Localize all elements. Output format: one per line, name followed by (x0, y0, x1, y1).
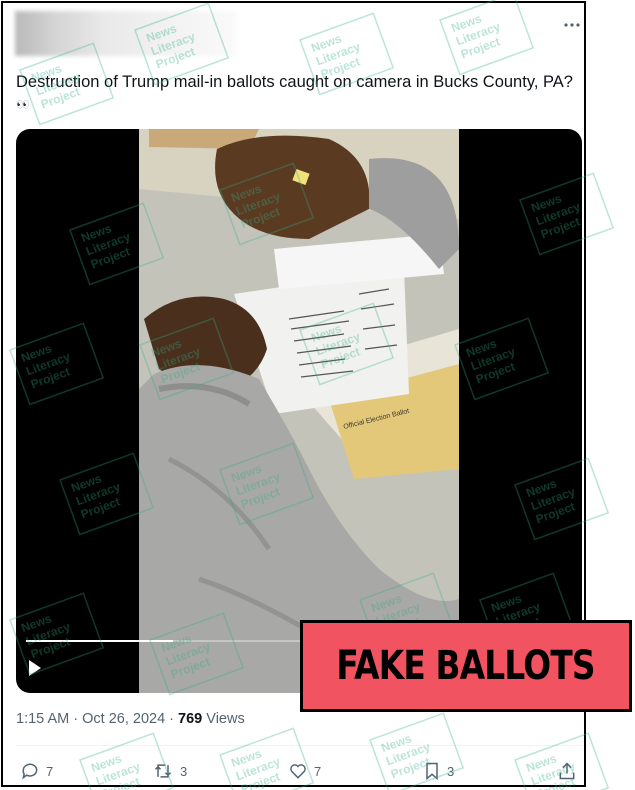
share-button[interactable] (557, 759, 577, 783)
meta-separator: · (169, 711, 175, 727)
tweet-meta: 1:15 AM · Oct 26, 2024 · 769 Views (16, 711, 245, 727)
fake-ballots-badge: FAKE BALLOTS (300, 620, 632, 712)
like-icon (290, 764, 306, 779)
progress-fill (26, 640, 174, 642)
share-icon (559, 762, 575, 780)
badge-label: FAKE BALLOTS (336, 643, 596, 689)
reply-button[interactable]: 7 (20, 759, 53, 783)
bookmark-button[interactable]: 3 (423, 759, 454, 783)
bookmark-icon (426, 762, 438, 781)
play-icon (29, 660, 41, 676)
action-bar: 7 3 7 3 (16, 759, 582, 783)
more-options-button[interactable] (560, 15, 584, 35)
meta-separator: · (73, 711, 79, 727)
divider (16, 745, 582, 746)
tweet-date[interactable]: Oct 26, 2024 (82, 711, 165, 727)
like-count: 7 (314, 763, 322, 779)
repost-count: 3 (180, 763, 188, 779)
bookmark-count: 3 (447, 763, 455, 779)
eyes-emoji: 👀 (16, 99, 31, 111)
views-count: 769 (178, 711, 203, 727)
views-label: Views (206, 711, 245, 727)
blurred-author-header (15, 11, 237, 56)
repost-button[interactable]: 3 (152, 759, 187, 783)
video-frame: Official Election Ballot (139, 129, 459, 693)
tweet-text: Destruction of Trump mail-in ballots cau… (16, 71, 581, 117)
more-icon (564, 23, 580, 27)
like-button[interactable]: 7 (288, 759, 321, 783)
reply-count: 7 (46, 763, 54, 779)
repost-icon (154, 764, 172, 778)
play-button[interactable] (28, 659, 48, 681)
tweet-text-body: Destruction of Trump mail-in ballots cau… (16, 73, 573, 91)
tweet-time[interactable]: 1:15 AM (16, 711, 69, 727)
reply-icon (22, 763, 38, 780)
video-player[interactable]: Official Election Ballot (16, 129, 582, 693)
